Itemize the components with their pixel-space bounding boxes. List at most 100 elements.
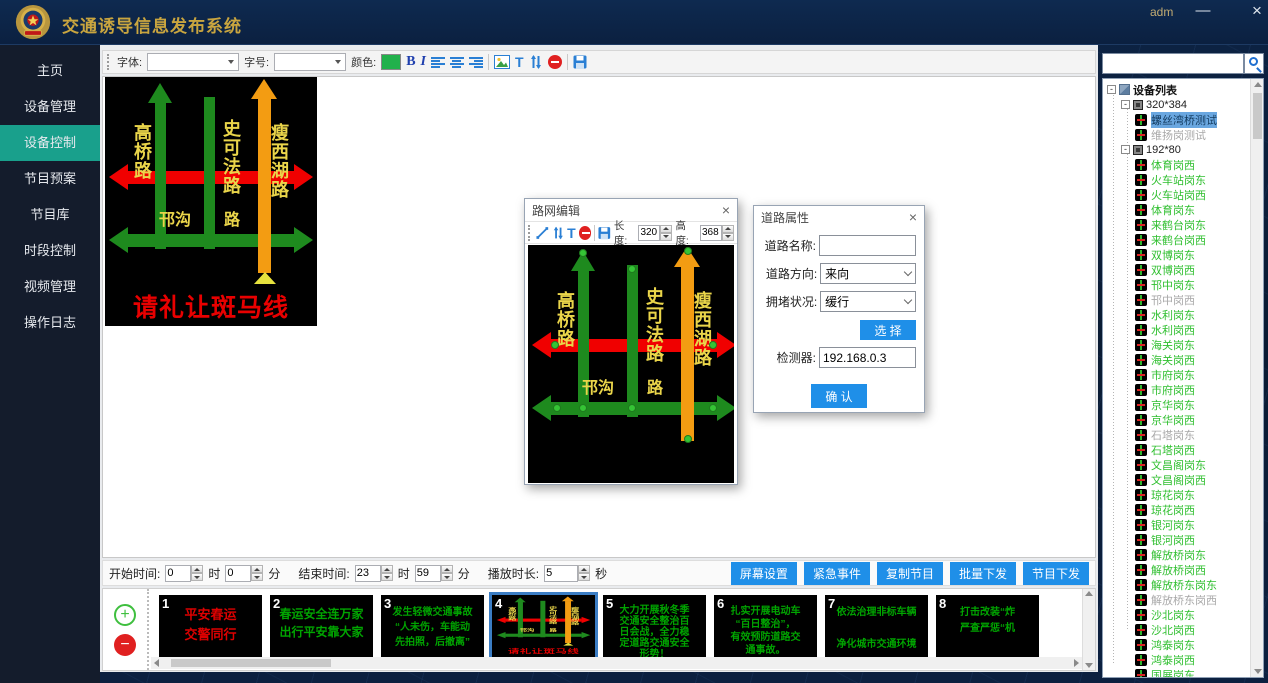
device-item-水利岗东[interactable]: 水利岗东 (1107, 307, 1250, 322)
sidebar-item-时段控制[interactable]: 时段控制 (0, 233, 100, 269)
device-item-石塔岗东[interactable]: 石塔岗东 (1107, 427, 1250, 442)
start-minute-up[interactable] (251, 565, 263, 573)
bold-button[interactable]: B (406, 54, 415, 70)
node-handle[interactable] (579, 249, 587, 257)
scroll-right-icon[interactable] (1074, 659, 1079, 667)
device-item-鸿泰岗西[interactable]: 鸿泰岗西 (1107, 652, 1250, 667)
device-search-input[interactable] (1102, 53, 1244, 74)
end-minute-down[interactable] (441, 573, 453, 581)
length-input[interactable] (638, 225, 660, 241)
device-item-来鹤台岗西[interactable]: 来鹤台岗西 (1107, 232, 1250, 247)
duration-up[interactable] (578, 565, 590, 573)
duration-down[interactable] (578, 573, 590, 581)
device-item-琼花岗东[interactable]: 琼花岗东 (1107, 487, 1250, 502)
delete-icon[interactable] (548, 55, 562, 69)
sidebar-item-节目预案[interactable]: 节目预案 (0, 161, 100, 197)
start-minute-input[interactable] (225, 565, 251, 582)
add-program-button[interactable]: + (114, 604, 136, 626)
sidebar-item-设备控制[interactable]: 设备控制 (0, 125, 100, 161)
device-item-京华岗西[interactable]: 京华岗西 (1107, 412, 1250, 427)
device-item-解放桥岗西[interactable]: 解放桥岗西 (1107, 562, 1250, 577)
device-item-石塔岗西[interactable]: 石塔岗西 (1107, 442, 1250, 457)
size-select[interactable] (274, 53, 346, 71)
save-icon[interactable] (573, 55, 587, 69)
device-item-文昌阁岗西[interactable]: 文昌阁岗西 (1107, 472, 1250, 487)
node-handle[interactable] (684, 435, 692, 443)
start-hour-up[interactable] (191, 565, 203, 573)
align-left-icon[interactable] (431, 57, 445, 68)
device-item-海关岗东[interactable]: 海关岗东 (1107, 337, 1250, 352)
road-network-icon[interactable] (529, 55, 543, 69)
device-item-螺丝湾桥测试[interactable]: 螺丝湾桥测试 (1107, 112, 1250, 127)
scroll-up-icon[interactable] (1085, 591, 1093, 596)
image-icon[interactable] (494, 55, 510, 69)
scrollbar-thumb[interactable] (171, 659, 331, 667)
device-item-市府岗东[interactable]: 市府岗东 (1107, 367, 1250, 382)
close-icon[interactable]: × (1246, 1, 1268, 21)
device-item-解放桥东岗东[interactable]: 解放桥东岗东 (1107, 577, 1250, 592)
device-item-体育岗东[interactable]: 体育岗东 (1107, 202, 1250, 217)
road-name-input[interactable] (819, 235, 916, 256)
tree-group-320*384[interactable]: -320*384 (1107, 97, 1250, 112)
program-thumb-2[interactable]: 2春运安全连万家出行平安靠大家 (270, 595, 373, 657)
device-item-体育岗西[interactable]: 体育岗西 (1107, 157, 1250, 172)
tree-group-192*80[interactable]: -192*80 (1107, 142, 1250, 157)
search-button[interactable] (1244, 53, 1264, 74)
delete-icon[interactable] (579, 226, 592, 240)
device-item-鸿泰岗东[interactable]: 鸿泰岗东 (1107, 637, 1250, 652)
device-item-来鹤台岗东[interactable]: 来鹤台岗东 (1107, 217, 1250, 232)
sidebar-item-主页[interactable]: 主页 (0, 53, 100, 89)
device-item-火车站岗东[interactable]: 火车站岗东 (1107, 172, 1250, 187)
align-center-icon[interactable] (450, 57, 464, 68)
device-item-水利岗西[interactable]: 水利岗西 (1107, 322, 1250, 337)
select-button[interactable]: 选 择 (860, 320, 916, 340)
device-item-双博岗东[interactable]: 双博岗东 (1107, 247, 1250, 262)
toolbar-grip[interactable] (528, 225, 531, 241)
height-input[interactable] (700, 225, 722, 241)
toolbar-grip[interactable] (107, 54, 110, 70)
duration-input[interactable] (544, 565, 578, 582)
confirm-button[interactable]: 确 认 (811, 384, 867, 408)
scrollbar-thumb[interactable] (1253, 93, 1262, 139)
device-item-京华岗东[interactable]: 京华岗东 (1107, 397, 1250, 412)
scroll-down-icon[interactable] (1085, 663, 1093, 668)
sidebar-item-节目库[interactable]: 节目库 (0, 197, 100, 233)
device-item-解放桥岗东[interactable]: 解放桥岗东 (1107, 547, 1250, 562)
save-icon[interactable] (598, 226, 611, 240)
close-icon[interactable]: × (909, 209, 917, 225)
start-minute-down[interactable] (251, 573, 263, 581)
editor-canvas[interactable]: 高桥路史可法路瘦西湖路邗沟路 (528, 245, 734, 483)
collapse-icon[interactable]: - (1121, 100, 1130, 109)
device-item-琼花岗西[interactable]: 琼花岗西 (1107, 502, 1250, 517)
device-item-文昌阁岗东[interactable]: 文昌阁岗东 (1107, 457, 1250, 472)
end-hour-down[interactable] (381, 573, 393, 581)
text-tool-button[interactable]: T (567, 225, 576, 241)
end-hour-input[interactable] (355, 565, 381, 582)
action-button-节目下发[interactable]: 节目下发 (1023, 562, 1089, 585)
node-handle[interactable] (551, 341, 559, 349)
program-thumb-3[interactable]: 3发生轻微交通事故“人未伤，车能动先拍照，后撤离” (381, 595, 484, 657)
sidebar-item-视频管理[interactable]: 视频管理 (0, 269, 100, 305)
scroll-left-icon[interactable] (154, 659, 159, 667)
device-item-沙北岗东[interactable]: 沙北岗东 (1107, 607, 1250, 622)
tree-scrollbar[interactable] (1250, 79, 1263, 677)
color-swatch[interactable] (381, 54, 401, 70)
device-item-沙北岗西[interactable]: 沙北岗西 (1107, 622, 1250, 637)
device-item-维扬岗测试[interactable]: 维扬岗测试 (1107, 127, 1250, 142)
minimize-icon[interactable]: — (1192, 1, 1214, 21)
congestion-select[interactable]: 缓行 (820, 291, 916, 312)
length-up[interactable] (660, 225, 672, 233)
action-button-紧急事件[interactable]: 紧急事件 (804, 562, 870, 585)
program-thumb-8[interactable]: 8打击改装“炸严查严惩“机 (936, 595, 1039, 657)
node-handle[interactable] (684, 247, 692, 255)
device-item-银河岗西[interactable]: 银河岗西 (1107, 532, 1250, 547)
text-tool-button[interactable]: T (515, 54, 524, 70)
action-button-批量下发[interactable]: 批量下发 (950, 562, 1016, 585)
tree-root[interactable]: -设备列表 (1107, 82, 1250, 97)
close-icon[interactable]: × (722, 202, 730, 218)
program-horizontal-scrollbar[interactable] (151, 657, 1082, 669)
device-item-解放桥东岗西[interactable]: 解放桥东岗西 (1107, 592, 1250, 607)
device-item-邗中岗东[interactable]: 邗中岗东 (1107, 277, 1250, 292)
node-handle[interactable] (709, 341, 717, 349)
scroll-up-icon[interactable] (1254, 82, 1262, 87)
